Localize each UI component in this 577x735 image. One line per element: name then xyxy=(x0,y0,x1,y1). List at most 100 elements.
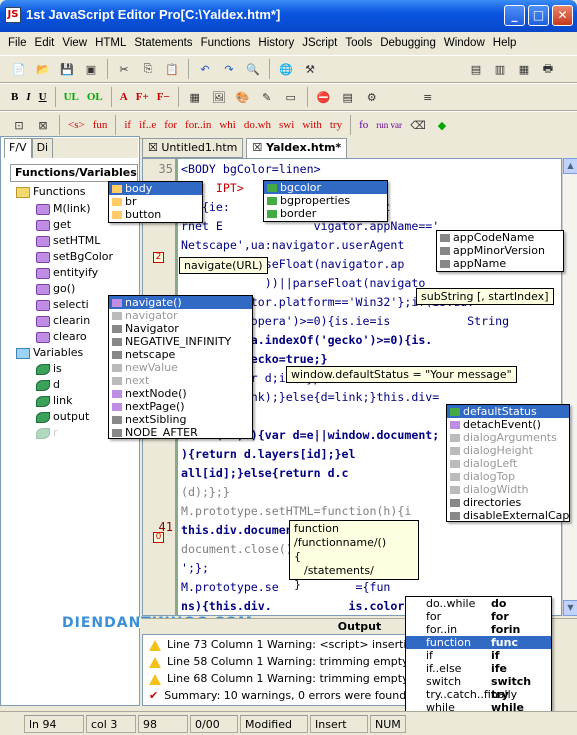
list-item[interactable]: if if xyxy=(406,649,551,662)
list-item[interactable]: nextPage() xyxy=(109,400,252,413)
tab-functions-variables[interactable]: F/V xyxy=(4,138,32,158)
list-item[interactable]: directories xyxy=(447,496,569,509)
tree-functions-folder[interactable]: Functions xyxy=(16,184,86,200)
list-item[interactable]: nextNode() xyxy=(109,387,252,400)
editor-scrollbar[interactable]: ▲ ▼ xyxy=(562,158,577,616)
save-all-icon[interactable]: ▣ xyxy=(80,59,102,79)
switch-button[interactable]: swi xyxy=(276,115,297,135)
list-item[interactable]: for..in forin xyxy=(406,623,551,636)
cut-icon[interactable]: ✂ xyxy=(113,59,135,79)
list-item[interactable]: disableExternalCap xyxy=(447,509,569,521)
gem-icon[interactable]: ◆ xyxy=(431,115,453,135)
while-button[interactable]: whi xyxy=(216,115,239,135)
menu-view[interactable]: View xyxy=(58,37,91,49)
list-item[interactable]: dialogWidth xyxy=(447,483,569,496)
paste-icon[interactable]: 📋 xyxy=(161,59,183,79)
close-button[interactable]: ✕ xyxy=(552,5,573,26)
tree-function[interactable]: clearo xyxy=(36,329,87,345)
list-item[interactable]: bgproperties xyxy=(264,194,387,207)
list-item[interactable]: NODE_AFTER xyxy=(109,426,252,438)
if-button[interactable]: if xyxy=(121,115,134,135)
list-item[interactable]: appMinorVersion xyxy=(437,244,563,257)
debug-icon[interactable]: ⊡ xyxy=(8,115,30,135)
output-warning-row[interactable]: Line 73 Column 1 Warning: <script> inser… xyxy=(149,637,447,653)
image-icon[interactable]: 🖼 xyxy=(208,87,230,107)
menu-functions[interactable]: Functions xyxy=(197,37,255,49)
new-file-icon[interactable]: 📄 xyxy=(8,59,30,79)
tab-close-icon[interactable]: ☒ xyxy=(148,141,158,154)
underline-button[interactable]: U xyxy=(36,87,50,107)
page-icon[interactable]: ▤ xyxy=(465,59,487,79)
tag-completion-list[interactable]: body br button xyxy=(108,181,203,223)
eraser-icon[interactable]: ⌫ xyxy=(407,115,429,135)
menu-jscript[interactable]: JScript xyxy=(298,37,341,49)
marker-icon[interactable]: ✎ xyxy=(256,87,278,107)
tree-variable[interactable]: r xyxy=(36,425,58,441)
list-item[interactable]: appCodeName xyxy=(437,231,563,244)
list-item[interactable]: dialogArguments xyxy=(447,431,569,444)
for-in-button[interactable]: for..in xyxy=(182,115,214,135)
frame-icon[interactable]: ▭ xyxy=(280,87,302,107)
list-item[interactable]: for for xyxy=(406,610,551,623)
maximize-button[interactable]: □ xyxy=(528,5,549,26)
tree-function[interactable]: setHTML xyxy=(36,233,100,249)
italic-button[interactable]: I xyxy=(23,87,33,107)
for-loop-button[interactable]: fo xyxy=(356,115,371,135)
script-icon[interactable]: ⚙ xyxy=(361,87,383,107)
tree-variable[interactable]: d xyxy=(36,377,60,393)
bold-button[interactable]: B xyxy=(8,87,21,107)
tab-untitled1[interactable]: ☒ Untitled1.htm xyxy=(142,138,244,158)
function-button[interactable]: fun xyxy=(90,115,111,135)
tree-function[interactable]: setBgColor xyxy=(36,249,113,265)
tree-function[interactable]: selecti xyxy=(36,297,89,313)
window-member-list[interactable]: defaultStatus detachEvent() dialogArgume… xyxy=(446,404,570,522)
list-item[interactable]: appName xyxy=(437,257,563,270)
tree-function[interactable]: go() xyxy=(36,281,75,297)
menu-file[interactable]: File xyxy=(4,37,31,49)
redo-icon[interactable]: ↷ xyxy=(218,59,240,79)
tree-function[interactable]: clearin xyxy=(36,313,90,329)
list-item[interactable]: navigate() xyxy=(109,296,252,309)
attribute-completion-list[interactable]: bgcolor bgproperties border xyxy=(263,180,388,222)
navigator-property-list[interactable]: appCodeName appMinorVersion appName xyxy=(436,230,564,272)
globe-icon[interactable]: 🌐 xyxy=(275,59,297,79)
tools-icon[interactable]: ⚒ xyxy=(299,59,321,79)
tree-variable[interactable]: output xyxy=(36,409,89,425)
output-warning-row[interactable]: Line 68 Column 1 Warning: trimming empty… xyxy=(149,671,438,687)
font-smaller-button[interactable]: F− xyxy=(154,87,173,107)
stop-icon[interactable]: ⛔ xyxy=(313,87,335,107)
font-bigger-button[interactable]: F+ xyxy=(133,87,152,107)
list-item[interactable]: detachEvent() xyxy=(447,418,569,431)
list-item[interactable]: defaultStatus xyxy=(447,405,569,418)
list-item[interactable]: switch switch xyxy=(406,675,551,688)
output-summary-row[interactable]: ✔ Summary: 10 warnings, 0 errors were fou… xyxy=(149,688,411,704)
output-warning-row[interactable]: Line 58 Column 1 Warning: trimming empty… xyxy=(149,654,438,670)
save-icon[interactable]: 💾 xyxy=(56,59,78,79)
list-item[interactable]: navigator xyxy=(109,309,252,322)
list-item[interactable]: do..while do xyxy=(406,597,551,610)
table-icon[interactable]: ▦ xyxy=(184,87,206,107)
list-item[interactable]: button xyxy=(109,208,202,221)
undo-icon[interactable]: ↶ xyxy=(194,59,216,79)
tab-yaldex[interactable]: ☒ Yaldex.htm* xyxy=(246,138,348,158)
menu-help[interactable]: Help xyxy=(489,37,521,49)
align-icon[interactable]: ≡ xyxy=(417,87,439,107)
menu-debugging[interactable]: Debugging xyxy=(376,37,440,49)
list-item[interactable]: function func xyxy=(406,636,551,649)
scroll-up-arrow[interactable]: ▲ xyxy=(563,158,577,174)
try-button[interactable]: try xyxy=(327,115,345,135)
list-item[interactable]: try..catch..finally try xyxy=(406,688,551,701)
copy-icon[interactable]: ⎘ xyxy=(137,59,159,79)
breakpoint-marker[interactable]: 2 xyxy=(153,252,164,263)
run-var-button[interactable]: run var xyxy=(373,115,405,135)
menu-edit[interactable]: Edit xyxy=(31,37,59,49)
font-color-button[interactable]: A xyxy=(117,87,131,107)
menu-html[interactable]: HTML xyxy=(91,37,130,49)
ol-button[interactable]: OL xyxy=(84,87,106,107)
list-item[interactable]: br xyxy=(109,195,202,208)
list-item[interactable]: NEGATIVE_INFINITY xyxy=(109,335,252,348)
tree-variable[interactable]: is xyxy=(36,361,62,377)
tree-function[interactable]: entityify xyxy=(36,265,98,281)
list-item[interactable]: nextSibling xyxy=(109,413,252,426)
list-item[interactable]: dialogTop xyxy=(447,470,569,483)
